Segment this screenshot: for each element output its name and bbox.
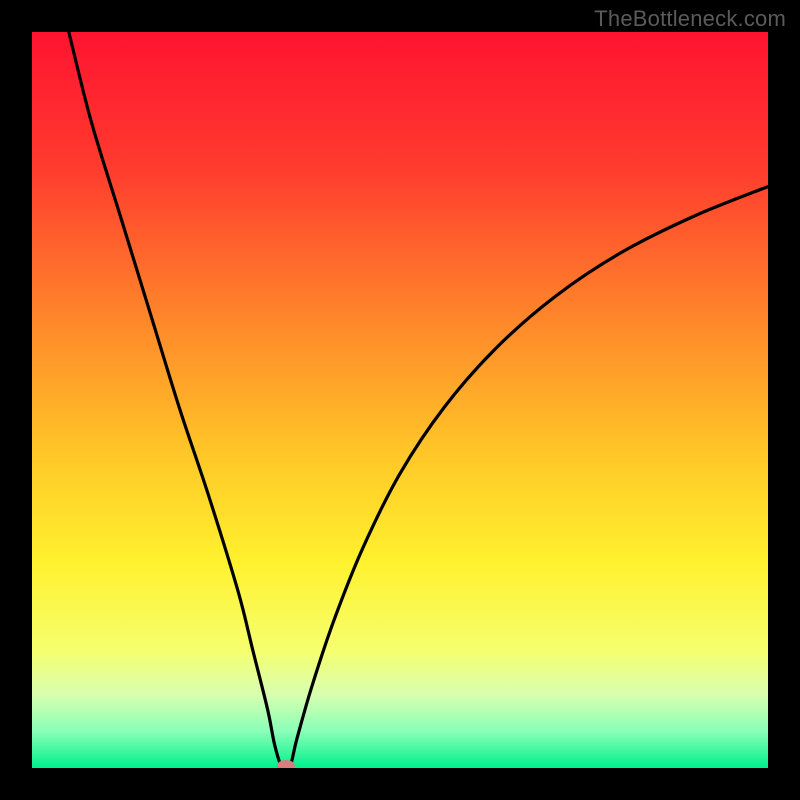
- watermark-text: TheBottleneck.com: [594, 6, 786, 32]
- gradient-background: [32, 32, 768, 768]
- chart-frame: TheBottleneck.com: [0, 0, 800, 800]
- plot-area: [32, 32, 768, 768]
- chart-svg: [32, 32, 768, 768]
